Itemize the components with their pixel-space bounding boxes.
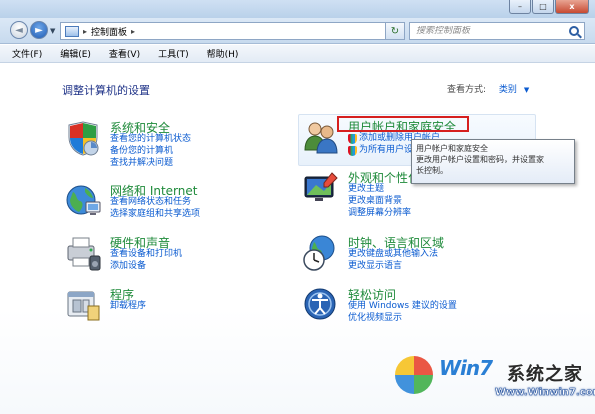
printer-icon <box>67 237 101 271</box>
uac-shield-icon <box>348 145 357 156</box>
view-by-label: 查看方式: <box>447 85 487 95</box>
category-links: 卸载程序 <box>110 301 146 312</box>
tooltip-line: 更改用户帐户设置和密码，并设置家 <box>416 155 544 164</box>
control-panel-icon <box>65 25 79 37</box>
uac-shield-icon <box>348 133 357 144</box>
programs-icon <box>67 291 100 321</box>
minimize-button[interactable]: – <box>509 0 531 14</box>
appearance-icon <box>304 172 338 201</box>
category-programs[interactable]: 程序 卸载程序 <box>64 286 284 326</box>
breadcrumb-item-control-panel[interactable]: 控制面板 <box>91 25 127 38</box>
breadcrumb[interactable]: ▸ 控制面板 ▸ ▼ <box>60 22 396 40</box>
link-display-language[interactable]: 更改显示语言 <box>348 261 438 272</box>
link-parental-controls-label: 为所有用户设 <box>359 145 414 155</box>
category-hardware-sound[interactable]: 硬件和声音 查看设备和打印机 添加设备 <box>64 234 284 278</box>
category-ease-of-access[interactable]: 轻松访问 使用 Windows 建议的设置 优化视频显示 <box>302 286 532 330</box>
view-by: 查看方式: 类别 ▼ <box>447 82 529 95</box>
close-button[interactable]: x <box>555 0 589 14</box>
users-icon <box>304 122 338 154</box>
tooltip: 用户帐户和家庭安全 更改用户帐户设置和密码，并设置家 长控制。 <box>411 139 575 184</box>
network-globe-icon <box>66 185 101 215</box>
refresh-icon: ↻ <box>390 25 400 37</box>
link-change-background[interactable]: 更改桌面背景 <box>348 196 411 207</box>
tooltip-title: 用户帐户和家庭安全 <box>416 144 488 153</box>
shield-icon <box>68 121 99 156</box>
ease-of-access-icon <box>304 288 336 320</box>
category-clock-language[interactable]: 时钟、语言和区域 更改键盘或其他输入法 更改显示语言 <box>302 234 532 278</box>
link-add-device[interactable]: 添加设备 <box>110 261 182 272</box>
link-backup[interactable]: 备份您的计算机 <box>110 146 191 157</box>
highlight-box <box>337 116 469 132</box>
category-links: 查看您的计算机状态 备份您的计算机 查找并解决问题 <box>110 134 191 169</box>
link-recommended-settings[interactable]: 使用 Windows 建议的设置 <box>348 301 457 312</box>
menu-file[interactable]: 文件(F) <box>12 47 42 60</box>
windows-logo-icon <box>395 356 433 394</box>
menu-edit[interactable]: 编辑(E) <box>60 47 91 60</box>
watermark-url: Www.Winwin7.com <box>495 387 595 399</box>
breadcrumb-separator-icon[interactable]: ▸ <box>83 27 87 36</box>
address-bar: ◄ ► ▼ ▸ 控制面板 ▸ ▼ ↻ <box>0 18 595 44</box>
category-links: 更改主题 更改桌面背景 调整屏幕分辨率 <box>348 184 411 219</box>
view-by-dropdown[interactable]: 类别 <box>499 85 517 95</box>
arrow-left-icon: ◄ <box>15 24 23 36</box>
refresh-button[interactable]: ↻ <box>385 22 405 40</box>
chevron-down-icon[interactable]: ▼ <box>524 86 529 94</box>
arrow-right-icon: ► <box>35 24 43 36</box>
link-change-theme[interactable]: 更改主题 <box>348 184 411 195</box>
link-screen-resolution[interactable]: 调整屏幕分辨率 <box>348 208 411 219</box>
link-devices-printers[interactable]: 查看设备和打印机 <box>110 249 182 260</box>
forward-button[interactable]: ► <box>30 21 48 39</box>
link-uninstall-program[interactable]: 卸载程序 <box>110 301 146 312</box>
category-links: 查看设备和打印机 添加设备 <box>110 249 182 272</box>
menu-help[interactable]: 帮助(H) <box>207 47 239 60</box>
search-input[interactable] <box>416 26 564 36</box>
category-network-internet[interactable]: 网络和 Internet 查看网络状态和任务 选择家庭组和共享选项 <box>64 182 284 226</box>
recent-pages-dropdown[interactable]: ▼ <box>50 27 55 35</box>
window-controls: – □ x <box>509 0 589 14</box>
clock-globe-icon <box>303 235 335 271</box>
menu-tools[interactable]: 工具(T) <box>158 47 189 60</box>
title-bar: – □ x <box>0 0 595 18</box>
watermark-text: 系统之家 <box>507 364 583 385</box>
search-icon[interactable] <box>569 26 579 36</box>
category-system-security[interactable]: 系统和安全 查看您的计算机状态 备份您的计算机 查找并解决问题 <box>64 119 284 169</box>
link-troubleshoot[interactable]: 查找并解决问题 <box>110 158 191 169</box>
menu-bar: 文件(F) 编辑(E) 查看(V) 工具(T) 帮助(H) <box>0 45 595 63</box>
link-network-status[interactable]: 查看网络状态和任务 <box>110 197 200 208</box>
maximize-button[interactable]: □ <box>532 0 554 14</box>
back-button[interactable]: ◄ <box>10 21 28 39</box>
link-homegroup[interactable]: 选择家庭组和共享选项 <box>110 209 200 220</box>
menu-view[interactable]: 查看(V) <box>109 47 140 60</box>
watermark-brand: Win7 <box>439 356 493 380</box>
link-keyboard-input[interactable]: 更改键盘或其他输入法 <box>348 249 438 260</box>
watermark: Win7 系统之家 Www.Winwin7.com <box>395 352 595 414</box>
breadcrumb-separator-icon[interactable]: ▸ <box>131 27 135 36</box>
link-optimize-display[interactable]: 优化视频显示 <box>348 313 457 324</box>
tooltip-line: 长控制。 <box>416 166 448 175</box>
page-title: 调整计算机的设置 <box>62 84 150 97</box>
search-box[interactable] <box>409 22 585 40</box>
category-links: 更改键盘或其他输入法 更改显示语言 <box>348 249 438 272</box>
category-links: 使用 Windows 建议的设置 优化视频显示 <box>348 301 457 324</box>
link-view-status[interactable]: 查看您的计算机状态 <box>110 134 191 145</box>
category-links: 查看网络状态和任务 选择家庭组和共享选项 <box>110 197 200 220</box>
